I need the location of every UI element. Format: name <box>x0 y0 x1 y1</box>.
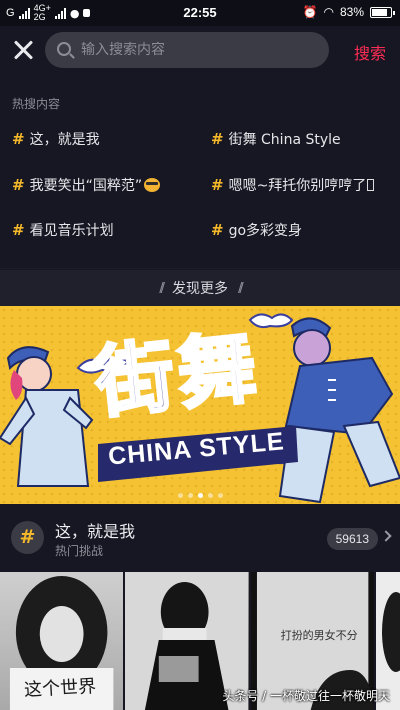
hash-icon: # <box>11 521 44 554</box>
search-input[interactable] <box>81 32 321 68</box>
search-button[interactable]: 搜索 <box>354 40 386 64</box>
carousel-dot[interactable] <box>187 493 193 498</box>
discover-more-label: 发现更多 <box>172 281 228 297</box>
hash-icon: # <box>12 130 25 148</box>
hot-search-title: 热搜内容 <box>12 97 61 111</box>
wifi-icon: ◠ <box>323 5 334 19</box>
status-right: ⏰ ◠ 83% <box>302 5 395 19</box>
hash-icon: # <box>211 221 224 239</box>
watermark: 头条号 / 一杯敬过往一杯敬明天 <box>222 689 390 703</box>
hot-item-label: 这，就是我 <box>29 132 100 148</box>
carousel-dot[interactable] <box>217 493 223 498</box>
hot-item-label: go多彩变身 <box>228 223 303 239</box>
chevron-right-icon <box>380 530 392 542</box>
hot-item-label: 我要笑出“国粹范” <box>29 178 143 194</box>
hot-item-2[interactable]: # 街舞 China Style <box>211 129 341 149</box>
challenge-row[interactable]: # 这，就是我 热门挑战 59613 <box>0 506 400 572</box>
unknown-glyph-icon <box>367 179 375 191</box>
hot-item-label: 街舞 China Style <box>228 132 341 148</box>
hot-item-label: 看见音乐计划 <box>29 223 114 239</box>
challenge-subtitle: 热门挑战 <box>55 544 104 558</box>
hot-item-3[interactable]: # 我要笑出“国粹范” <box>12 175 161 195</box>
divider <box>0 268 400 269</box>
hash-icon: # <box>211 176 224 194</box>
hot-item-label: 嗯嗯~拜托你别哼哼了 <box>228 178 367 194</box>
thumbnail-caption: 这个世界 <box>23 676 97 701</box>
discover-more-button[interactable]: // 发现更多 // <box>0 270 400 306</box>
challenge-title: 这，就是我 <box>55 522 136 541</box>
close-icon[interactable] <box>10 37 36 63</box>
search-box[interactable] <box>45 32 329 68</box>
banner-headline-cn: 街舞 <box>90 321 266 431</box>
sunglasses-emoji-icon <box>144 178 161 192</box>
search-header: 搜索 <box>0 26 400 76</box>
hot-item-5[interactable]: # 看见音乐计划 <box>12 220 114 240</box>
video-thumbnail[interactable]: 这个世界 <box>0 572 124 710</box>
battery-icon <box>370 6 395 18</box>
carousel-dots <box>0 493 400 498</box>
slash-right-icon: // <box>238 280 244 296</box>
slash-left-icon: // <box>159 280 165 296</box>
hash-icon: # <box>12 221 25 239</box>
hot-item-1[interactable]: # 这，就是我 <box>12 129 100 149</box>
thumbnail-caption: 打扮的男女不分 <box>280 629 358 642</box>
hot-item-6[interactable]: # go多彩变身 <box>211 220 302 240</box>
challenge-count-badge: 59613 <box>326 528 378 550</box>
carousel-dot[interactable] <box>207 493 213 498</box>
battery-percent: 83% <box>339 5 364 19</box>
hot-item-4[interactable]: # 嗯嗯~拜托你别哼哼了 <box>211 175 375 195</box>
status-bar: G 4G+ 2G ● 22:55 ⏰ ◠ 83% <box>0 0 400 26</box>
alarm-icon: ⏰ <box>302 5 318 19</box>
hash-icon: # <box>211 130 224 148</box>
carousel-dot-active[interactable] <box>197 493 203 498</box>
search-icon <box>57 42 71 56</box>
promo-banner[interactable]: 街舞 CHINA STYLE <box>0 306 400 504</box>
carousel-dot[interactable] <box>177 493 183 498</box>
hash-icon: # <box>12 176 25 194</box>
